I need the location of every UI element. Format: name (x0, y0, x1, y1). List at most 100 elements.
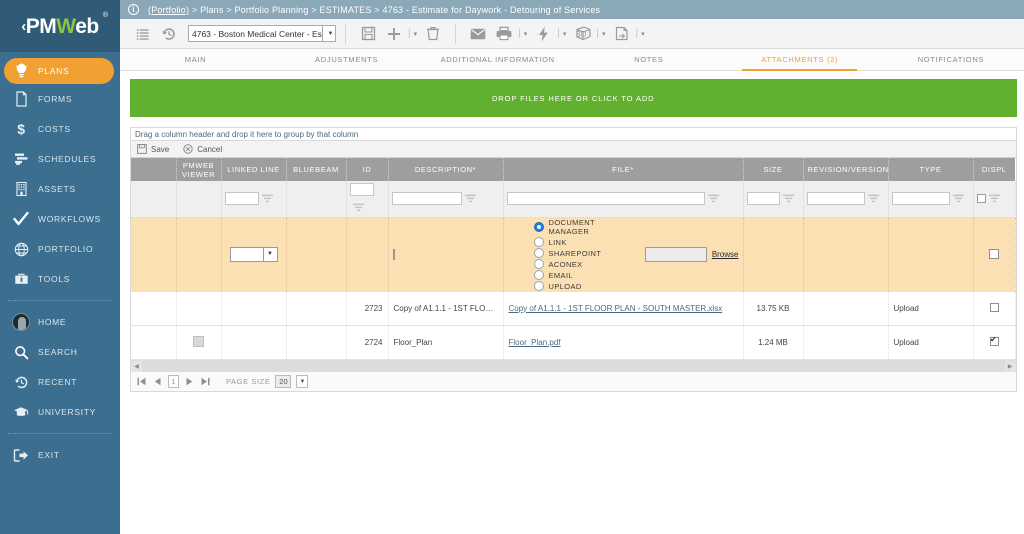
radio-option-email[interactable]: EMAIL (533, 270, 611, 281)
group-by-hint[interactable]: Drag a column header and drop it here to… (131, 127, 1016, 141)
filter-input-description[interactable] (391, 192, 462, 206)
scroll-left-icon[interactable]: ◀ (131, 360, 142, 372)
actions-dropdown-caret[interactable]: ▾ (560, 30, 570, 38)
grid-cancel-button[interactable]: Cancel (183, 144, 222, 154)
filter-icon[interactable] (988, 194, 1000, 203)
display-checkbox[interactable] (989, 335, 999, 346)
tab-notes[interactable]: NOTES (573, 49, 724, 70)
bim-dropdown-caret[interactable]: ▾ (599, 30, 609, 38)
filter-input-file[interactable] (506, 192, 705, 206)
sidebar-item-schedules[interactable]: SCHEDULES (0, 144, 120, 174)
info-icon[interactable]: i (128, 4, 139, 15)
next-page-button[interactable] (184, 375, 195, 388)
radio-icon[interactable] (533, 248, 544, 259)
filter-icon[interactable] (782, 194, 794, 203)
page-size-dropdown-icon[interactable]: ▼ (296, 375, 309, 388)
filter-icon[interactable] (464, 194, 476, 203)
tab-additional-information[interactable]: ADDITIONAL INFORMATION (422, 49, 573, 70)
radio-icon[interactable] (533, 222, 544, 233)
sidebar-item-exit[interactable]: EXIT (0, 440, 120, 470)
display-checkbox[interactable] (989, 248, 999, 259)
chevron-down-icon[interactable]: ▼ (262, 247, 277, 261)
filter-input-type[interactable] (891, 192, 950, 206)
chevron-down-icon[interactable]: ▼ (322, 26, 335, 41)
column-header-display[interactable]: DISPL (973, 158, 1015, 181)
column-header-description[interactable]: DESCRIPTION* (388, 158, 504, 181)
sidebar-item-search[interactable]: SEARCH (0, 337, 120, 367)
tab-attachments[interactable]: ATTACHMENTS (2) (724, 49, 875, 71)
sidebar-item-tools[interactable]: TOOLS (0, 264, 120, 294)
export-dropdown-caret[interactable]: ▾ (638, 30, 648, 38)
row-cell-select[interactable] (131, 291, 177, 326)
filter-input-revision[interactable] (806, 192, 865, 206)
table-row[interactable]: 2724 Floor_Plan Floor_Plan.pdf 1.24 MB U… (131, 325, 1016, 360)
browse-input[interactable] (644, 247, 707, 263)
radio-icon[interactable] (533, 270, 544, 281)
project-select[interactable]: 4763 - Boston Medical Center - Estim ▼ (188, 25, 336, 42)
radio-icon[interactable] (533, 281, 544, 292)
first-page-button[interactable] (136, 375, 147, 388)
add-button[interactable] (381, 21, 407, 47)
current-page[interactable]: 1 (168, 375, 179, 388)
filter-icon[interactable] (352, 203, 364, 212)
sidebar-item-portfolio[interactable]: PORTFOLIO (0, 234, 120, 264)
email-button[interactable] (465, 21, 491, 47)
save-button[interactable] (355, 21, 381, 47)
row-cell-select[interactable] (131, 325, 177, 360)
file-link[interactable]: Copy of A1.1.1 - 1ST FLOOR PLAN - SOUTH … (509, 304, 723, 313)
row-cell-pmweb-viewer[interactable] (176, 291, 222, 326)
column-header-select[interactable] (131, 158, 177, 181)
radio-option-sharepoint[interactable]: SHAREPOINT (533, 248, 611, 259)
sidebar-item-university[interactable]: UNIVERSITY (0, 397, 120, 427)
prev-page-button[interactable] (152, 375, 163, 388)
sidebar-item-assets[interactable]: ASSETS (0, 174, 120, 204)
linked-line-select[interactable]: ▼ (229, 246, 278, 262)
bluebeam-icon[interactable] (193, 336, 204, 347)
filter-checkbox-display[interactable] (976, 194, 986, 204)
description-input[interactable] (392, 249, 395, 261)
tab-adjustments[interactable]: ADJUSTMENTS (271, 49, 422, 70)
export-button[interactable] (609, 21, 635, 47)
filter-icon[interactable] (261, 194, 273, 203)
last-page-button[interactable] (200, 375, 211, 388)
3d-cube-icon[interactable]: 3D (569, 21, 595, 47)
radio-option-link[interactable]: LINK (533, 237, 611, 248)
tab-main[interactable]: MAIN (120, 49, 271, 70)
file-dropzone[interactable]: DROP FILES HERE OR CLICK TO ADD (130, 79, 1017, 117)
filter-input-linked-line[interactable] (224, 192, 259, 206)
column-header-linked-line[interactable]: LINKED LINE (221, 158, 287, 181)
tab-notifications[interactable]: NOTIFICATIONS (875, 49, 1024, 70)
column-header-revision[interactable]: REVISION/VERSION (803, 158, 889, 181)
filter-icon[interactable] (952, 194, 964, 203)
scroll-track[interactable] (142, 360, 1005, 372)
add-dropdown-caret[interactable]: ▾ (411, 30, 421, 38)
sidebar-item-costs[interactable]: $ COSTS (0, 114, 120, 144)
filter-icon[interactable] (707, 194, 719, 203)
grid-save-button[interactable]: Save (137, 144, 169, 154)
column-header-pmweb-viewer[interactable]: PMWEB VIEWER (176, 158, 222, 181)
radio-option-aconex[interactable]: ACONEX (533, 259, 611, 270)
breadcrumb-portfolio[interactable]: (Portfolio) (148, 5, 189, 15)
filter-input-size[interactable] (746, 192, 780, 206)
sidebar-item-workflows[interactable]: WORKFLOWS (0, 204, 120, 234)
column-header-file[interactable]: FILE* (503, 158, 744, 181)
filter-input-id[interactable] (349, 183, 374, 197)
radio-option-document-manager[interactable]: DOCUMENT MANAGER (533, 218, 611, 236)
browse-link[interactable]: Browse (712, 250, 739, 259)
horizontal-scrollbar[interactable]: ◀ ▶ (131, 360, 1016, 372)
breadcrumb[interactable]: (Portfolio) > Plans > Portfolio Planning… (148, 5, 600, 15)
column-header-type[interactable]: TYPE (888, 158, 974, 181)
page-size-value[interactable]: 20 (275, 375, 292, 388)
history-icon[interactable] (156, 21, 182, 47)
filter-icon[interactable] (867, 194, 879, 203)
row-cell-bluebeam[interactable] (286, 291, 347, 326)
radio-option-upload[interactable]: UPLOAD (533, 281, 611, 292)
row-cell-pmweb-viewer[interactable] (176, 325, 222, 360)
sidebar-item-plans[interactable]: PLANS (4, 58, 114, 84)
sidebar-item-forms[interactable]: FORMS (0, 84, 120, 114)
actions-button[interactable] (530, 21, 556, 47)
scroll-right-icon[interactable]: ▶ (1004, 360, 1016, 372)
column-header-bluebeam[interactable]: BLUEBEAM (286, 158, 347, 181)
print-button[interactable] (491, 21, 517, 47)
radio-icon[interactable] (533, 237, 544, 248)
